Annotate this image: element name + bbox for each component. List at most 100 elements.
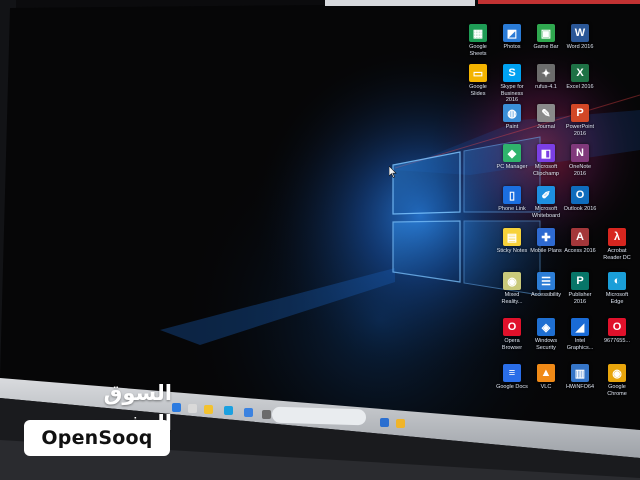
mixed-reality-icon: ◉	[503, 272, 521, 290]
desktop-icon-label: Microsoft Whiteboard	[531, 206, 561, 219]
desktop-icon-label: PC Manager	[496, 164, 528, 170]
taskbar-search-box[interactable]	[272, 406, 366, 426]
desktop-icon[interactable]: P Publisher 2016	[563, 272, 597, 305]
desktop-icon-label: Windows Security	[534, 338, 558, 351]
mouse-cursor-icon	[389, 166, 397, 178]
journal-icon: ✎	[537, 104, 555, 122]
outlook-icon: O	[571, 186, 589, 204]
desktop-icon[interactable]: N OneNote 2016	[563, 144, 597, 177]
desktop-icon[interactable]: ✚ Mobile Plans	[529, 228, 563, 255]
accessibility-icon: ☰	[537, 272, 555, 290]
desktop-icon[interactable]: S Skype for Business 2016	[495, 64, 529, 104]
opera-file-icon: O	[608, 318, 626, 336]
desktop-icon-label: Paint	[505, 124, 519, 130]
desktop-icon-label: Excel 2016	[566, 84, 594, 90]
docs-icon: ≡	[503, 364, 521, 382]
desktop-icon[interactable]: O 9677655...	[600, 318, 634, 345]
file-explorer-icon[interactable]	[204, 405, 213, 414]
desktop-icon[interactable]: P PowerPoint 2016	[563, 104, 597, 137]
desktop-icon[interactable]: ◩ Photos	[495, 24, 529, 51]
publisher-icon: P	[571, 272, 589, 290]
desktop-icon-label: VLC	[540, 384, 552, 390]
mail-icon[interactable]	[380, 418, 389, 427]
desktop-icon[interactable]: ▲ VLC	[529, 364, 563, 391]
desktop-icon[interactable]: W Word 2016	[563, 24, 597, 51]
desktop-icon-label: Microsoft Edge	[605, 292, 629, 305]
desktop-icon[interactable]: A Access 2016	[563, 228, 597, 255]
desktop-icon[interactable]: O Opera Browser	[495, 318, 529, 351]
desktop-icon-label: Google Chrome	[607, 384, 627, 397]
desktop-icon[interactable]: ◐ Microsoft Edge	[600, 272, 634, 305]
desktop-icon-label: OneNote 2016	[568, 164, 591, 177]
desktop-icon[interactable]: ▥ HWiNFO64	[563, 364, 597, 391]
paint-icon: ◍	[503, 104, 521, 122]
desktop-icon[interactable]: ◈ Windows Security	[529, 318, 563, 351]
desktop-icon[interactable]: ✦ rufus-4.1	[529, 64, 563, 91]
desktop-icon-label: Outlook 2016	[563, 206, 597, 212]
desktop-icon-label: Phone Link	[498, 206, 526, 212]
task-view-icon[interactable]	[188, 404, 197, 413]
desktop-icon-label: Acrobat Reader DC	[603, 248, 631, 261]
desktop-icon[interactable]: O Outlook 2016	[563, 186, 597, 213]
desktop-icon[interactable]: ▦ Google Sheets	[461, 24, 495, 57]
acrobat-icon: λ	[608, 228, 626, 246]
desktop-icon-label: Journal	[536, 124, 556, 130]
desktop-icon-label: Google Docs	[496, 384, 528, 390]
desktop-icon-label: Sticky Notes	[496, 248, 528, 254]
opensooq-latin-watermark: OpenSooq	[41, 427, 153, 449]
desktop-icon-label: Mixed Reality...	[501, 292, 523, 305]
settings-icon[interactable]	[262, 410, 271, 419]
desktop-icon[interactable]: ▭ Google Slides	[461, 64, 495, 97]
hwinfo-icon: ▥	[571, 364, 589, 382]
vlc-icon: ▲	[537, 364, 555, 382]
sticky-notes-icon: ▤	[503, 228, 521, 246]
rufus-icon: ✦	[537, 64, 555, 82]
desktop-icon[interactable]: ◍ Paint	[495, 104, 529, 131]
files-icon[interactable]	[396, 419, 405, 428]
slides-icon: ▭	[469, 64, 487, 82]
desktop-icon[interactable]: ✎ Journal	[529, 104, 563, 131]
desktop-icon[interactable]: ◢ Intel Graphics...	[563, 318, 597, 351]
game-bar-icon: ▣	[537, 24, 555, 42]
onenote-icon: N	[571, 144, 589, 162]
desktop-icon-label: Microsoft Clipchamp	[533, 164, 559, 177]
desktop-icon-label: Photos	[503, 44, 521, 50]
desktop-icon[interactable]: ≡ Google Docs	[495, 364, 529, 391]
desktop-icon-label: Skype for Business 2016	[500, 84, 524, 103]
desktop-icon-label: Intel Graphics...	[566, 338, 594, 351]
photos-icon: ◩	[503, 24, 521, 42]
desktop-icon[interactable]: ◧ Microsoft Clipchamp	[529, 144, 563, 177]
access-icon: A	[571, 228, 589, 246]
pc-manager-icon: ◆	[503, 144, 521, 162]
desktop-icon-label: Accessibility	[531, 292, 561, 298]
desktop-icon[interactable]: ◉ Mixed Reality...	[495, 272, 529, 305]
desktop-icon[interactable]: ◉ Google Chrome	[600, 364, 634, 397]
phone-link-icon: ▯	[503, 186, 521, 204]
desktop-icon[interactable]: λ Acrobat Reader DC	[600, 228, 634, 261]
opensooq-logo-box: OpenSooq	[24, 420, 170, 456]
desktop-icon-label: Publisher 2016	[568, 292, 592, 305]
start-icon[interactable]	[172, 403, 181, 412]
word-icon: W	[571, 24, 589, 42]
desktop-icon-label: HWiNFO64	[565, 384, 595, 390]
powerpoint-icon: P	[571, 104, 589, 122]
desktop-icon[interactable]: ◆ PC Manager	[495, 144, 529, 171]
edge-icon[interactable]	[224, 406, 233, 415]
desktop-icon-label: Google Slides	[469, 84, 487, 97]
desktop-icon[interactable]: ▯ Phone Link	[495, 186, 529, 213]
desktop-icon[interactable]: X Excel 2016	[563, 64, 597, 91]
mobile-plans-icon: ✚	[537, 228, 555, 246]
desktop-icon[interactable]: ▣ Game Bar	[529, 24, 563, 51]
desktop-icon-label: Game Bar	[533, 44, 559, 50]
desktop-icon-label: Opera Browser	[501, 338, 523, 351]
desktop-icon[interactable]: ☰ Accessibility	[529, 272, 563, 299]
desktop-icon[interactable]: ✐ Microsoft Whiteboard	[529, 186, 563, 219]
whiteboard-icon: ✐	[537, 186, 555, 204]
desktop-icon-label: Google Sheets	[469, 44, 487, 57]
desktop-icon-label: Access 2016	[564, 248, 596, 254]
store-icon[interactable]	[244, 408, 253, 417]
clipchamp-icon: ◧	[537, 144, 555, 162]
desktop-icon-label: Word 2016	[566, 44, 594, 50]
desktop-icon[interactable]: ▤ Sticky Notes	[495, 228, 529, 255]
intel-graphics-icon: ◢	[571, 318, 589, 336]
